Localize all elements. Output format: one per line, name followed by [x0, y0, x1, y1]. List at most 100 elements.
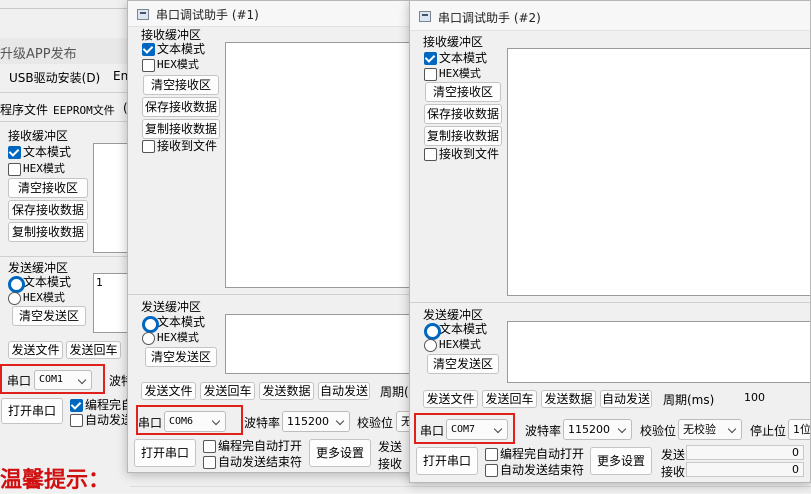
w2-save-rx-button[interactable]: 保存接收数据 [424, 104, 502, 124]
w1-period-label: 周期( [380, 385, 409, 399]
w1-auto-send-button[interactable]: 自动发送 [318, 382, 370, 400]
bg-copy-rx-button[interactable]: 复制接收数据 [8, 222, 88, 242]
w1-parity-label: 校验位 [357, 416, 394, 430]
w2-recv-count: 0 [686, 462, 804, 477]
w2-clear-tx-button[interactable]: 清空发送区 [427, 354, 499, 374]
w1-tx-textarea[interactable] [225, 314, 419, 374]
w2-rx-textarea[interactable] [507, 48, 810, 296]
bg-clear-tx-button[interactable]: 清空发送区 [12, 306, 86, 326]
w1-clear-tx-button[interactable]: 清空发送区 [145, 347, 217, 367]
w2-rx-text-mode-checkbox[interactable]: 文本模式 [424, 51, 487, 65]
bg-send-enter-button[interactable]: 发送回车 [66, 341, 121, 359]
w1-tx-group-label: 发送缓冲区 [141, 300, 202, 314]
w1-auto-end-checkbox[interactable]: 自动发送结束符 [203, 455, 302, 469]
bg-menu-en[interactable]: En [113, 69, 128, 83]
w1-rx-hex-mode-checkbox[interactable]: HEX模式 [142, 58, 199, 72]
w2-stop-select[interactable]: 1位 [788, 419, 810, 440]
bg-auto-open-checkbox[interactable]: 编程完自 [70, 398, 133, 412]
bg-menu-usb[interactable]: USB驱动安装(D) [9, 69, 100, 86]
w2-period-input[interactable]: 100 [744, 391, 786, 404]
w2-auto-end-checkbox[interactable]: 自动发送结束符 [485, 463, 584, 477]
w1-rx-to-file-checkbox[interactable]: 接收到文件 [142, 139, 217, 153]
w2-tx-textarea[interactable] [507, 321, 810, 383]
warm-tip-heading: 温馨提示： [0, 467, 111, 493]
w2-port-highlight [414, 413, 515, 444]
bg-bottom-line [130, 486, 811, 487]
bg-rx-group-label: 接收缓冲区 [8, 129, 69, 143]
w1-port-highlight [136, 405, 243, 435]
window-2-title: 串口调试助手 (#2) [438, 11, 541, 25]
w1-tx-divider [128, 294, 419, 295]
bg-port-highlight [0, 364, 105, 394]
w2-send-data-button[interactable]: 发送数据 [541, 390, 596, 408]
w1-tx-hex-mode-radio[interactable]: HEX模式 [142, 331, 199, 345]
bg-tx-hex-mode-radio[interactable]: HEX模式 [8, 291, 65, 305]
w2-parity-select[interactable]: 无校验 [678, 419, 742, 440]
w1-rx-textarea[interactable] [225, 42, 419, 288]
bg-clear-rx-button[interactable]: 清空接收区 [8, 178, 88, 198]
w2-period-label: 周期(ms) [663, 393, 715, 407]
bg-menu-divider [0, 92, 130, 93]
w1-auto-open-checkbox[interactable]: 编程完自动打开 [203, 439, 302, 453]
bg-title-fragment: 升级APP发布 [0, 47, 77, 62]
window-2-titlebar[interactable]: 串口调试助手 (#2) [410, 1, 810, 31]
bg-tab-program[interactable]: 程序文件 [0, 101, 48, 118]
w2-baud-select[interactable]: 115200 [563, 419, 632, 440]
w2-parity-label: 校验位 [640, 424, 677, 438]
w2-send-count-label: 发送 [661, 448, 686, 462]
window-1-title: 串口调试助手 (#1) [156, 8, 259, 22]
w1-rx-group-label: 接收缓冲区 [141, 28, 202, 42]
bg-save-rx-button[interactable]: 保存接收数据 [8, 200, 88, 220]
w2-stop-label: 停止位 [750, 424, 787, 438]
w2-tx-group-label: 发送缓冲区 [423, 308, 484, 322]
w1-send-enter-button[interactable]: 发送回车 [200, 382, 255, 400]
bg-send-file-button[interactable]: 发送文件 [8, 341, 63, 359]
window-1-titlebar[interactable]: 串口调试助手 (#1) [128, 1, 419, 27]
app-icon [137, 9, 149, 20]
w1-tx-text-mode-radio[interactable]: 文本模式 [142, 315, 205, 333]
w2-copy-rx-button[interactable]: 复制接收数据 [424, 126, 502, 146]
w1-send-count-label: 发送 [378, 440, 403, 454]
bg-open-port-button[interactable]: 打开串口 [1, 398, 63, 424]
w2-more-settings-button[interactable]: 更多设置 [590, 447, 652, 475]
serial-assistant-window-1: 串口调试助手 (#1) 接收缓冲区 文本模式 HEX模式 清空接收区 保存接收数… [127, 0, 420, 473]
app-icon [419, 11, 431, 22]
bg-tab-eeprom[interactable]: EEPROM文件 [53, 102, 115, 118]
w2-tx-divider [410, 302, 810, 303]
w2-tx-text-mode-radio[interactable]: 文本模式 [424, 322, 487, 340]
w1-baud-select[interactable]: 115200 [282, 411, 350, 432]
bg-auto-send-checkbox[interactable]: 自动发送 [70, 413, 133, 427]
w2-send-enter-button[interactable]: 发送回车 [482, 390, 537, 408]
w1-copy-rx-button[interactable]: 复制接收数据 [142, 119, 220, 139]
w2-send-count: 0 [686, 445, 804, 460]
w2-tx-hex-mode-radio[interactable]: HEX模式 [424, 338, 481, 352]
bg-tx-divider [0, 256, 130, 257]
w2-auto-open-checkbox[interactable]: 编程完自动打开 [485, 447, 584, 461]
serial-assistant-window-2: 串口调试助手 (#2) 接收缓冲区 文本模式 HEX模式 清空接收区 保存接收数… [409, 0, 811, 483]
w1-open-port-button[interactable]: 打开串口 [134, 439, 196, 467]
bg-rx-text-mode-checkbox[interactable]: 文本模式 [8, 145, 71, 159]
w2-auto-send-button[interactable]: 自动发送 [600, 390, 652, 408]
w2-rx-group-label: 接收缓冲区 [423, 35, 484, 49]
w1-send-data-button[interactable]: 发送数据 [259, 382, 314, 400]
bg-rx-hex-mode-checkbox[interactable]: HEX模式 [8, 162, 65, 176]
w1-baud-label: 波特率 [244, 416, 281, 430]
bg-top-divider [0, 8, 130, 9]
w1-clear-rx-button[interactable]: 清空接收区 [143, 75, 219, 95]
w2-clear-rx-button[interactable]: 清空接收区 [425, 82, 501, 102]
w2-open-port-button[interactable]: 打开串口 [416, 447, 478, 475]
w2-rx-to-file-checkbox[interactable]: 接收到文件 [424, 147, 499, 161]
w1-save-rx-button[interactable]: 保存接收数据 [142, 97, 220, 117]
w2-send-file-button[interactable]: 发送文件 [423, 390, 478, 408]
bg-tab-divider [0, 121, 130, 122]
w1-recv-count-label: 接收 [378, 457, 403, 471]
w2-rx-hex-mode-checkbox[interactable]: HEX模式 [424, 67, 481, 81]
w1-send-file-button[interactable]: 发送文件 [141, 382, 196, 400]
w1-rx-text-mode-checkbox[interactable]: 文本模式 [142, 42, 205, 56]
w2-baud-label: 波特率 [525, 424, 562, 438]
w2-recv-count-label: 接收 [661, 465, 686, 479]
bg-tx-text-mode-radio[interactable]: 文本模式 [8, 275, 71, 293]
w1-more-settings-button[interactable]: 更多设置 [309, 439, 371, 467]
bg-tx-group-label: 发送缓冲区 [8, 261, 69, 275]
bg-tx-content: 1 [96, 276, 103, 289]
